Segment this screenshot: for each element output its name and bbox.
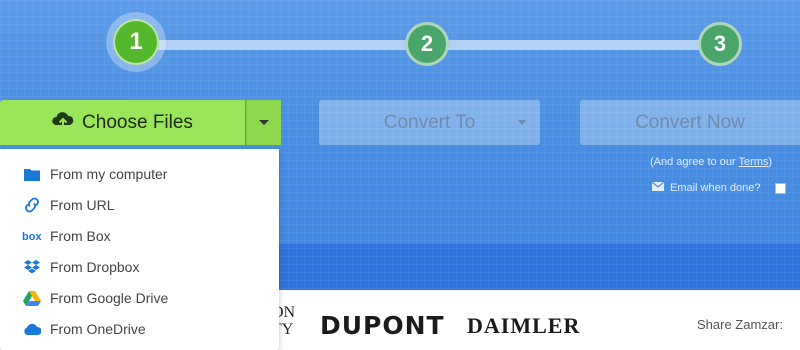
- caret-down-icon: [518, 120, 526, 125]
- share-label: Share Zamzar:: [697, 317, 783, 332]
- upload-source-menu: From my computer From URL box From Box F…: [0, 149, 279, 350]
- choose-files-dropdown-toggle[interactable]: [246, 100, 281, 145]
- menu-item-label: From URL: [50, 196, 115, 213]
- link-icon: [22, 195, 42, 215]
- terms-link[interactable]: Terms: [738, 156, 768, 168]
- convert-to-label: Convert To: [383, 111, 476, 133]
- daimler-logo-text: DAIMLER: [467, 313, 581, 338]
- email-when-done-label: Email when done?: [670, 182, 761, 194]
- menu-item-label: From Google Drive: [50, 289, 169, 306]
- menu-item-from-box[interactable]: box From Box: [0, 220, 279, 251]
- menu-item-from-my-computer[interactable]: From my computer: [0, 158, 279, 189]
- step-1-indicator: 1: [106, 12, 166, 72]
- menu-item-from-dropbox[interactable]: From Dropbox: [0, 251, 279, 282]
- step-1-number: 1: [129, 28, 143, 55]
- convert-now-button[interactable]: Convert Now: [580, 100, 800, 145]
- menu-item-from-onedrive[interactable]: From OneDrive: [0, 313, 279, 344]
- onedrive-icon: [22, 319, 42, 339]
- menu-item-label: From Box: [50, 227, 111, 244]
- terms-prefix: (And agree to our: [650, 156, 739, 168]
- dupont-logo: DUPONT: [320, 311, 445, 340]
- caret-down-icon: [259, 120, 269, 125]
- step-3-indicator: 3: [698, 22, 742, 66]
- menu-item-label: From Dropbox: [50, 258, 140, 275]
- cloud-upload-icon: [52, 110, 74, 136]
- step-3-number: 3: [713, 31, 727, 56]
- envelope-icon: [651, 181, 665, 194]
- box-icon: box: [22, 226, 42, 246]
- step-2-number: 2: [420, 31, 434, 56]
- convert-to-select[interactable]: Convert To: [319, 100, 540, 145]
- email-when-done-row: Email when done?: [651, 181, 786, 194]
- dropbox-icon: [22, 257, 42, 277]
- terms-suffix: ): [768, 156, 773, 168]
- choose-files-button[interactable]: Choose Files: [0, 100, 245, 145]
- menu-item-label: From OneDrive: [50, 320, 146, 337]
- step-2-indicator: 2: [405, 22, 449, 66]
- menu-item-from-url[interactable]: From URL: [0, 189, 279, 220]
- dupont-logo-text: DUPONT: [320, 311, 445, 340]
- convert-now-label: Convert Now: [635, 111, 745, 133]
- folder-icon: [22, 164, 42, 184]
- daimler-logo: DAIMLER: [467, 313, 580, 339]
- email-when-done-checkbox[interactable]: [774, 182, 786, 194]
- menu-item-label: From my computer: [50, 165, 168, 182]
- choose-files-label: Choose Files: [82, 111, 193, 133]
- terms-agreement: (And agree to our Terms): [650, 156, 772, 168]
- google-drive-icon: [22, 288, 42, 308]
- svg-text:box: box: [22, 231, 42, 242]
- menu-item-from-google-drive[interactable]: From Google Drive: [0, 282, 279, 313]
